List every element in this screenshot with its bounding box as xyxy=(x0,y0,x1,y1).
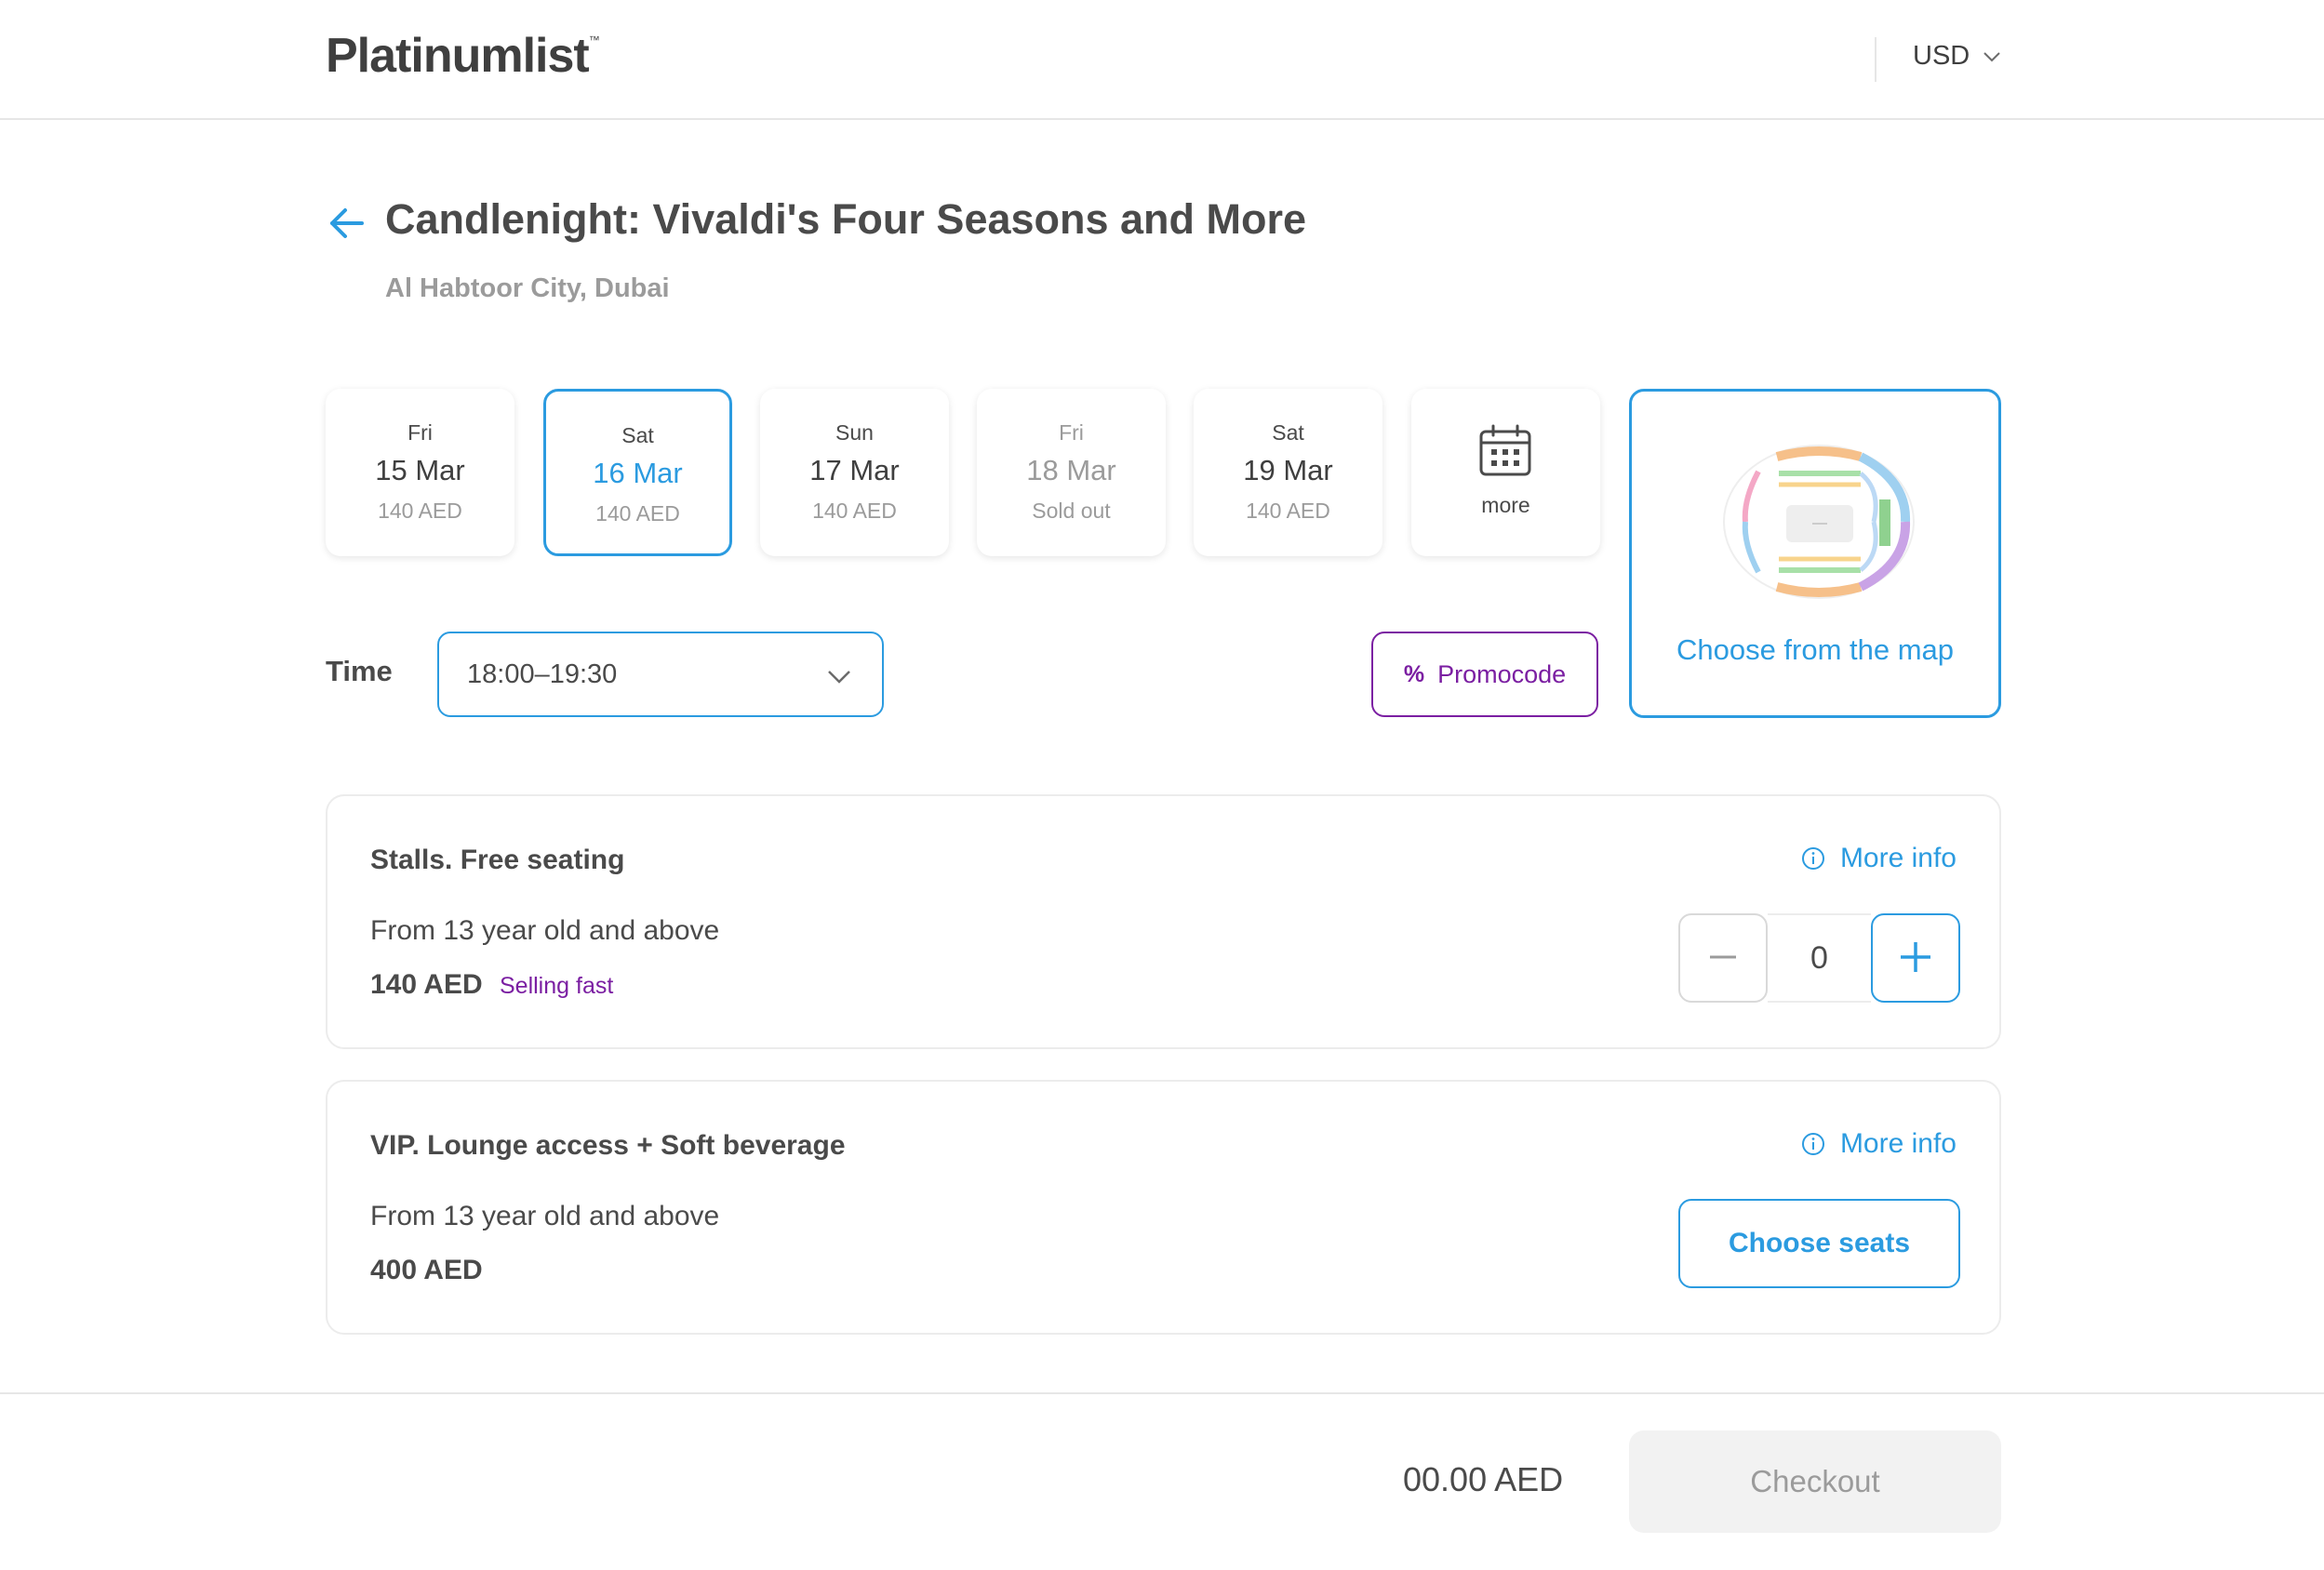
checkout-button[interactable]: Checkout xyxy=(1629,1430,2001,1533)
footer-divider xyxy=(0,1392,2324,1394)
ticket-card-vip: VIP. Lounge access + Soft beverage More … xyxy=(326,1080,2001,1335)
seat-map-thumbnail xyxy=(1723,445,1915,599)
date-card-17-mar[interactable]: Sun 17 Mar 140 AED xyxy=(760,389,949,556)
plus-icon xyxy=(1901,941,1930,972)
increase-quantity-button[interactable] xyxy=(1871,913,1960,1003)
trademark-mark: ™ xyxy=(588,33,600,47)
date-price: 140 AED xyxy=(812,499,897,523)
ticket-price: 400 AED xyxy=(370,1255,483,1285)
brand-logo-text: Platinumlist xyxy=(326,29,590,83)
event-title: Candlenight: Vivaldi's Four Seasons and … xyxy=(385,195,1307,243)
promocode-label: Promocode xyxy=(1437,659,1567,688)
date-price: 140 AED xyxy=(378,499,462,523)
ticket-age-restriction: From 13 year old and above xyxy=(370,1201,720,1231)
date-day: 17 Mar xyxy=(809,454,900,486)
percent-icon: % xyxy=(1403,660,1425,687)
selling-fast-badge: Selling fast xyxy=(500,973,614,999)
decrease-quantity-button[interactable] xyxy=(1678,913,1768,1003)
date-day: 16 Mar xyxy=(593,457,683,489)
date-dow: Sat xyxy=(621,423,654,447)
date-card-19-mar[interactable]: Sat 19 Mar 140 AED xyxy=(1194,389,1382,556)
promocode-button[interactable]: % Promocode xyxy=(1371,632,1598,717)
ticket-price: 140 AED xyxy=(370,969,483,1000)
info-icon xyxy=(1801,847,1824,870)
date-price: 140 AED xyxy=(595,501,680,526)
date-price: 140 AED xyxy=(1246,499,1330,523)
more-info-label: More info xyxy=(1839,1128,1957,1159)
date-dow: Fri xyxy=(1059,420,1084,445)
quantity-value: 0 xyxy=(1768,913,1871,1003)
date-day: 18 Mar xyxy=(1026,454,1116,486)
date-status: Sold out xyxy=(1032,499,1111,523)
ticket-age-restriction: From 13 year old and above xyxy=(370,915,720,946)
date-day: 19 Mar xyxy=(1243,454,1333,486)
date-dow: Sat xyxy=(1272,420,1304,445)
info-icon xyxy=(1801,1133,1824,1155)
order-total: 00.00 AED xyxy=(1403,1460,1564,1498)
more-dates-label: more xyxy=(1481,493,1530,517)
choose-from-map-label: Choose from the map xyxy=(1676,633,1955,666)
currency-label: USD xyxy=(1913,41,1970,71)
quantity-stepper: 0 xyxy=(1678,913,1960,1003)
date-card-18-mar: Fri 18 Mar Sold out xyxy=(977,389,1166,556)
more-dates-button[interactable]: more xyxy=(1411,389,1600,556)
more-info-link[interactable]: More info xyxy=(1801,843,1957,874)
choose-seats-button[interactable]: Choose seats xyxy=(1678,1199,1960,1288)
event-venue: Al Habtoor City, Dubai xyxy=(385,273,670,303)
top-header: Platinumlist™ USD xyxy=(0,0,2324,120)
time-select-value: 18:00–19:30 xyxy=(467,659,618,689)
time-select[interactable]: 18:00–19:30 xyxy=(437,632,884,717)
chevron-down-icon xyxy=(828,671,850,684)
more-info-label: More info xyxy=(1839,843,1957,873)
chevron-down-icon xyxy=(1983,51,2000,61)
currency-selector[interactable]: USD xyxy=(1913,41,2001,72)
back-arrow-icon[interactable] xyxy=(328,205,366,242)
ticket-card-stalls: Stalls. Free seating More info From 13 y… xyxy=(326,794,2001,1049)
calendar-icon xyxy=(1479,424,1531,476)
date-day: 15 Mar xyxy=(375,454,465,486)
minus-icon xyxy=(1710,955,1736,958)
date-card-15-mar[interactable]: Fri 15 Mar 140 AED xyxy=(326,389,514,556)
choose-from-map-card[interactable]: Choose from the map xyxy=(1629,389,2001,718)
date-dow: Fri xyxy=(407,420,433,445)
ticket-name: Stalls. Free seating xyxy=(370,845,625,875)
more-info-link[interactable]: More info xyxy=(1801,1128,1957,1160)
date-dow: Sun xyxy=(835,420,874,445)
brand-logo[interactable]: Platinumlist™ xyxy=(326,28,600,84)
date-card-16-mar[interactable]: Sat 16 Mar 140 AED xyxy=(543,389,732,556)
ticket-name: VIP. Lounge access + Soft beverage xyxy=(370,1130,846,1161)
time-label: Time xyxy=(326,655,393,687)
header-divider xyxy=(1875,37,1877,82)
